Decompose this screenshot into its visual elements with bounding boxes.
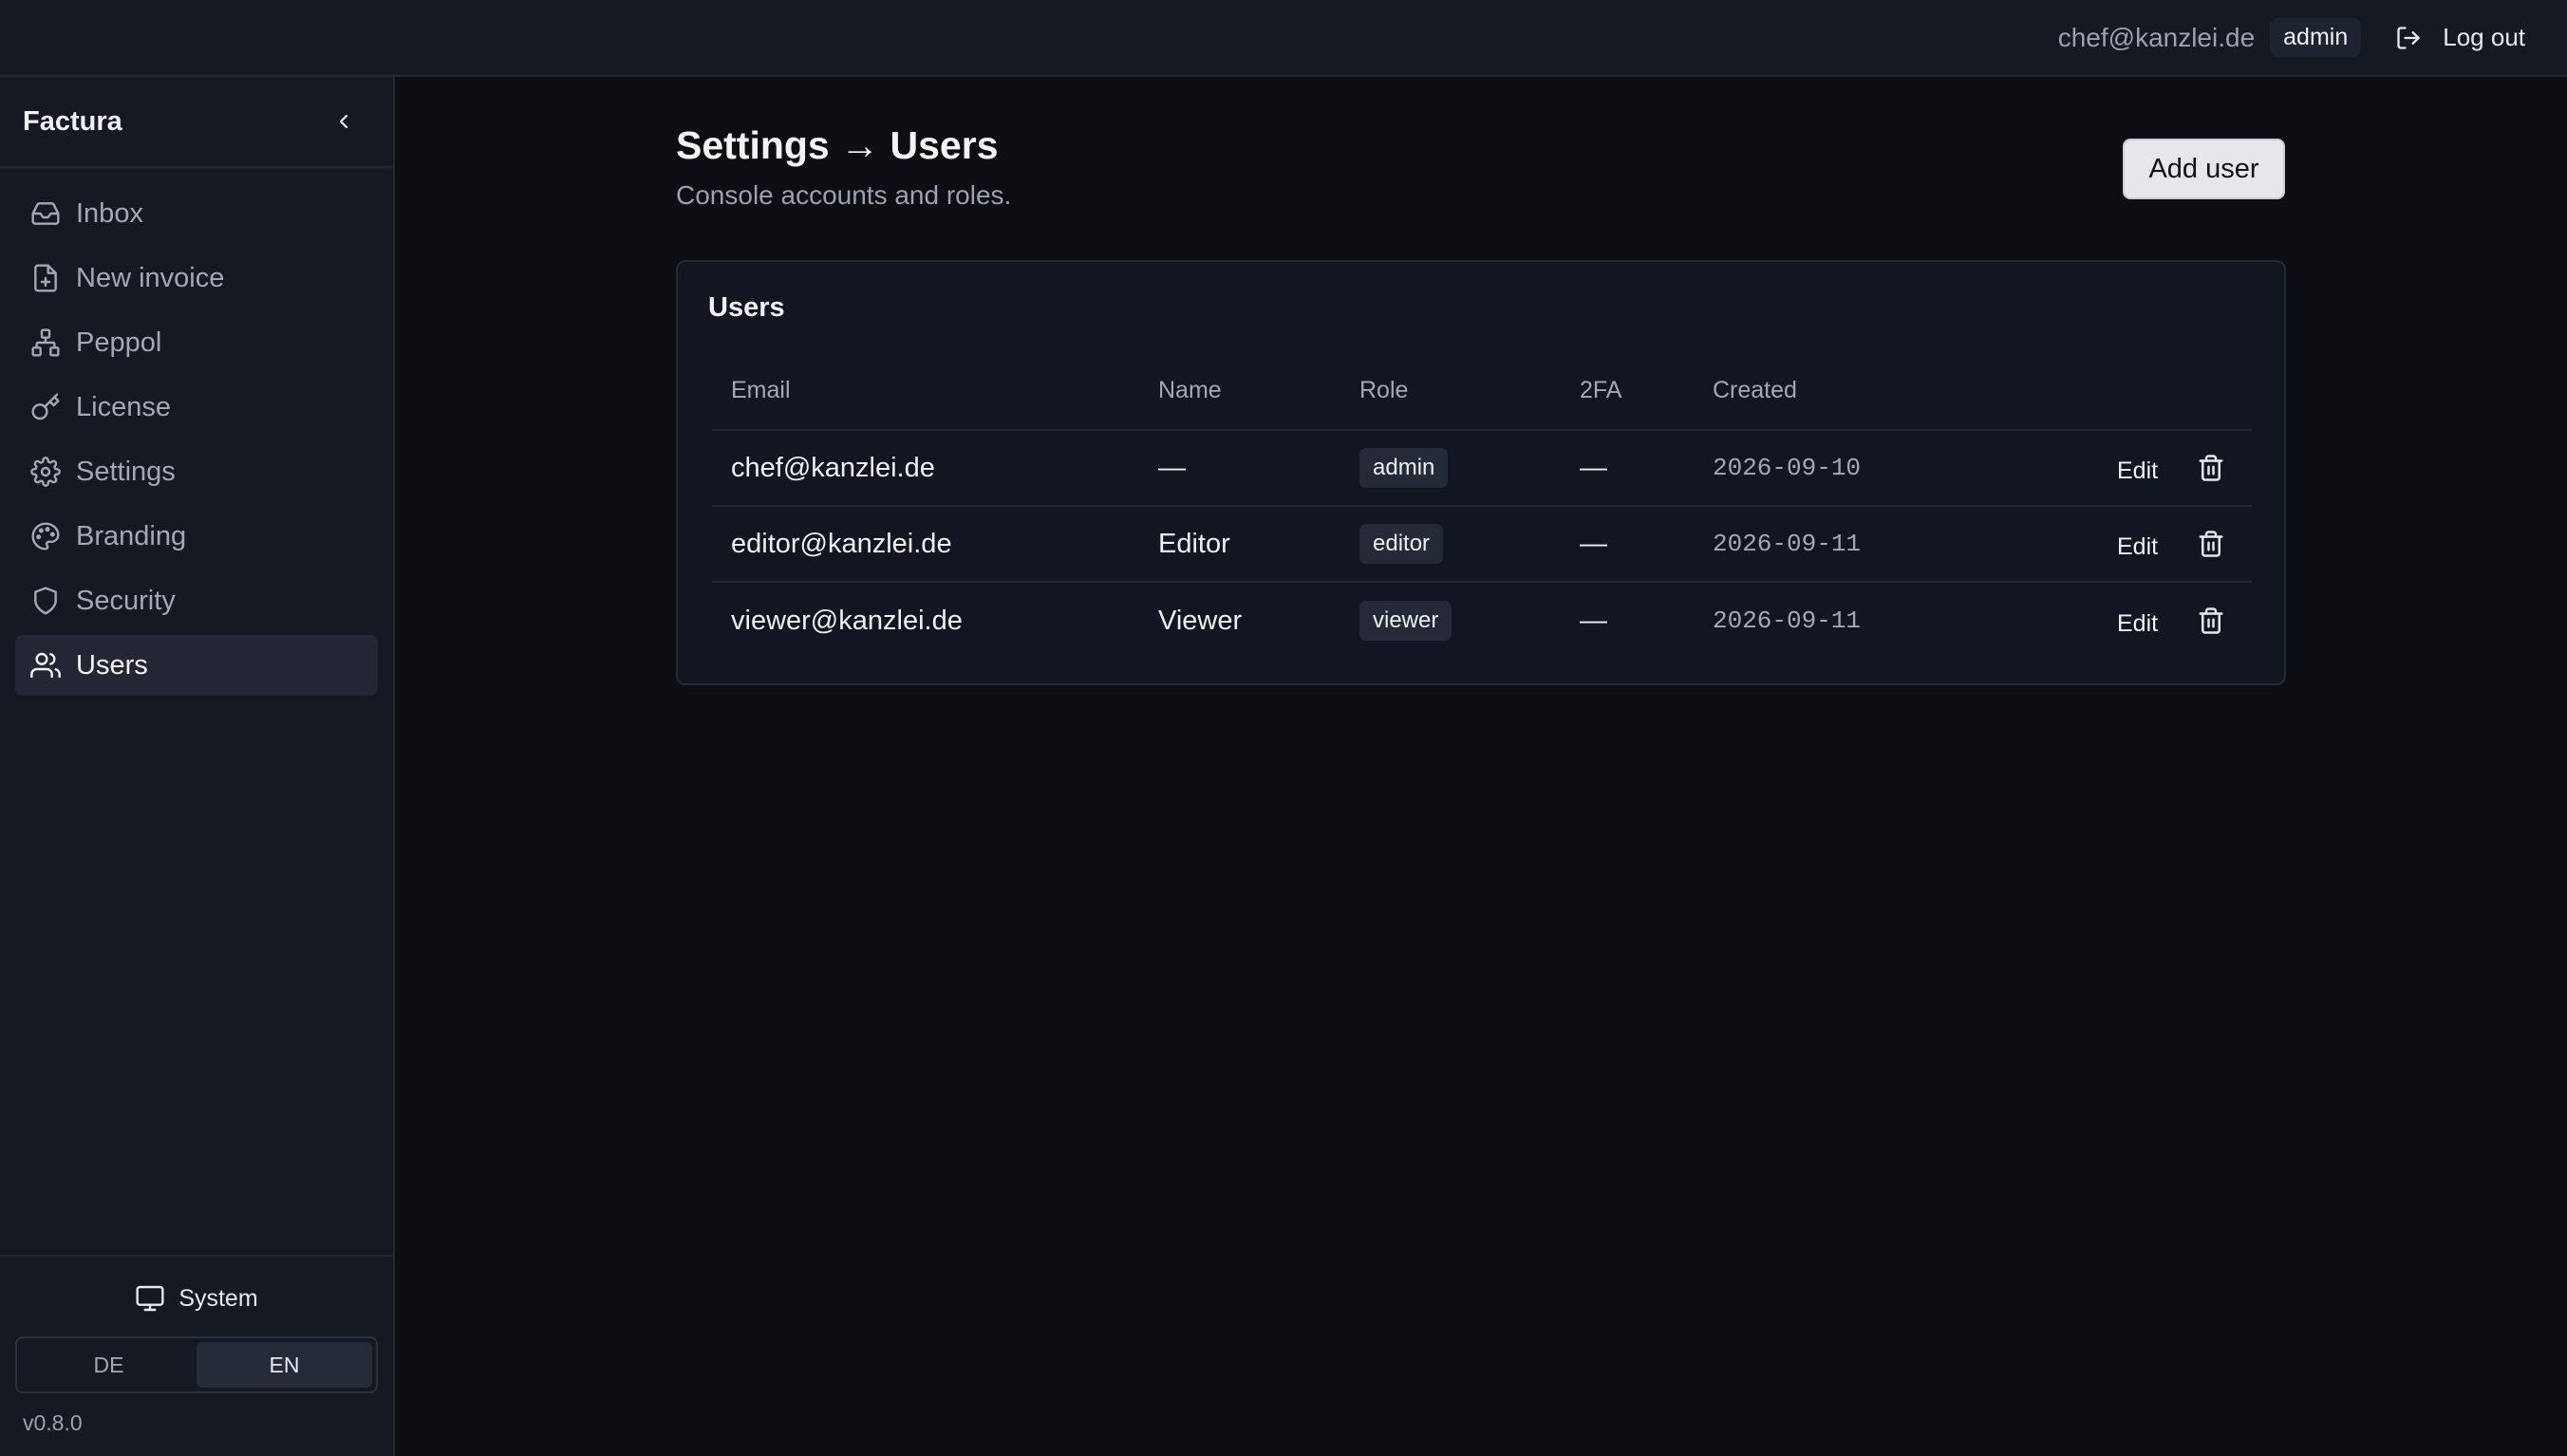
sidebar-item-branding[interactable]: Branding [15,506,378,567]
sidebar-nav: Inbox New invoice Peppol License Setting… [0,168,393,696]
delete-user-button[interactable] [2197,529,2225,559]
column-header-created: Created [1713,376,1797,403]
sidebar-item-peppol[interactable]: Peppol [15,312,378,373]
sidebar: Factura Inbox New invoice Peppol License… [0,77,395,1456]
page-subtitle: Console accounts and roles. [676,180,1012,210]
sidebar-item-inbox[interactable]: Inbox [15,183,378,244]
sidebar-item-label: Peppol [76,327,162,358]
sidebar-item-label: Branding [76,520,187,551]
role-badge: editor [1359,524,1444,564]
current-user-role-badge: admin [2270,18,2362,57]
language-option-de[interactable]: DE [21,1342,197,1388]
shield-icon [34,587,57,615]
users-icon [30,652,61,679]
role-badge: admin [1359,448,1449,488]
trash-icon [2199,531,2223,557]
brand-name: Factura [23,105,122,137]
column-header-email: Email [731,376,791,403]
column-header-2fa: 2FA [1580,376,1622,403]
sidebar-item-users[interactable]: Users [15,635,378,696]
palette-icon [31,522,60,551]
cell-created: 2026-09-11 [1713,607,1862,635]
delete-user-button[interactable] [2197,453,2225,483]
sidebar-header: Factura [0,77,393,168]
table-row: chef@kanzlei.de — admin — 2026-09-10 Edi… [712,431,2252,507]
sidebar-item-label: Security [76,585,176,616]
monitor-icon [136,1285,164,1312]
delete-user-button[interactable] [2197,606,2225,636]
language-option-en[interactable]: EN [197,1342,372,1388]
cell-2fa: — [1580,452,1607,483]
edit-user-button[interactable]: Edit [2117,457,2158,485]
theme-toggle-button[interactable]: System [0,1279,393,1317]
gear-icon [30,457,61,487]
app-version: v0.8.0 [23,1410,83,1435]
trash-icon [2199,607,2223,634]
network-icon [31,328,60,357]
cell-created: 2026-09-10 [1713,454,1862,482]
theme-label: System [178,1284,258,1312]
cell-email: editor@kanzlei.de [731,528,952,559]
sidebar-footer: System DE EN v0.8.0 [0,1255,393,1456]
cell-created: 2026-09-11 [1713,530,1862,558]
logout-icon [2397,26,2420,49]
cell-email: chef@kanzlei.de [731,452,935,483]
sidebar-item-label: Users [76,649,148,681]
cell-name: — [1158,452,1186,483]
table-header: Email Name Role 2FA Created [712,351,2252,431]
role-badge: viewer [1359,601,1452,641]
cell-name: Viewer [1158,605,1243,636]
column-header-name: Name [1158,376,1222,403]
table-row: viewer@kanzlei.de Viewer viewer — 2026-0… [712,583,2252,659]
logout-label: Log out [2443,23,2525,51]
users-card: Users Email Name Role 2FA Created chef@k… [676,260,2286,685]
current-user-email: chef@kanzlei.de [2057,22,2256,52]
file-plus-icon [34,264,57,292]
logout-button[interactable]: Log out [2395,23,2525,52]
sidebar-item-new-invoice[interactable]: New invoice [15,248,378,308]
inbox-icon [31,202,60,225]
cell-name: Editor [1158,528,1230,559]
card-title: Users [708,292,785,323]
sidebar-item-security[interactable]: Security [15,570,378,631]
sidebar-item-label: New invoice [76,262,225,293]
cell-2fa: — [1580,605,1607,636]
language-switch: DE EN [15,1336,378,1393]
add-user-button[interactable]: Add user [2123,139,2285,199]
collapse-sidebar-button[interactable] [332,110,355,133]
chevron-left-icon [339,114,348,129]
edit-user-button[interactable]: Edit [2117,533,2158,561]
cell-email: viewer@kanzlei.de [731,605,963,636]
edit-user-button[interactable]: Edit [2117,610,2158,638]
key-icon [31,393,60,420]
sidebar-item-label: Settings [76,456,176,487]
page-title: Settings → Users [676,123,999,167]
cell-2fa: — [1580,528,1607,559]
column-header-role: Role [1359,376,1409,403]
top-bar: chef@kanzlei.de admin Log out [0,0,2567,77]
sidebar-item-label: License [76,391,171,422]
users-table: Email Name Role 2FA Created chef@kanzlei… [712,351,2252,659]
trash-icon [2199,455,2223,481]
sidebar-item-label: Inbox [76,197,143,229]
table-row: editor@kanzlei.de Editor editor — 2026-0… [712,507,2252,583]
sidebar-item-settings[interactable]: Settings [15,441,378,502]
sidebar-item-license[interactable]: License [15,377,378,438]
